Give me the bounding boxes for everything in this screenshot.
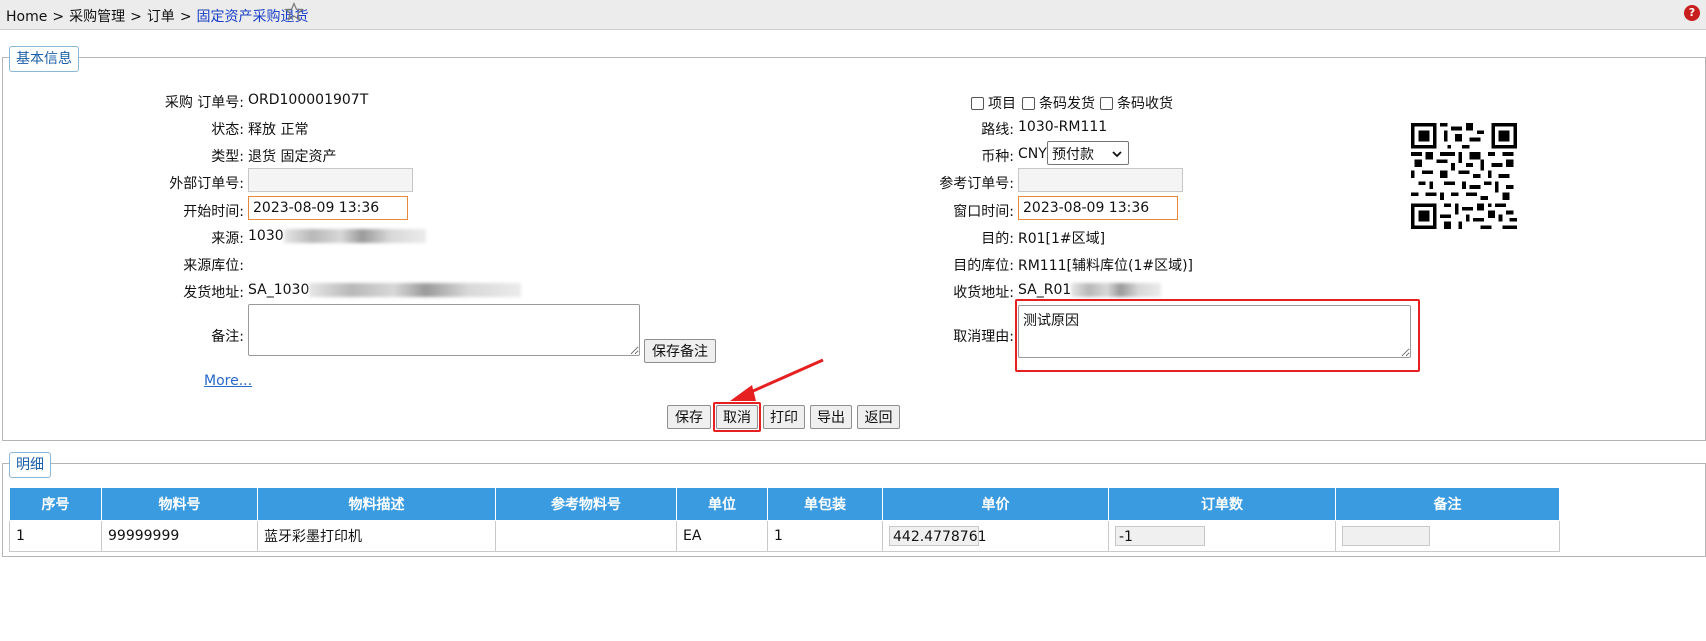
table-header-row: 序号 物料号 物料描述 参考物料号 单位 单包装 单价 订单数 备注 xyxy=(9,487,1560,521)
status-label: 状态: xyxy=(211,122,244,138)
type-value: 退货 固定资产 xyxy=(248,149,337,165)
project-checkbox-label: 项目 xyxy=(988,96,1016,112)
cell-unit: EA xyxy=(676,520,768,552)
cell-material-no: 99999999 xyxy=(101,520,258,552)
price-input[interactable]: 442.4778761 xyxy=(889,526,987,546)
window-time-input[interactable] xyxy=(1018,196,1178,220)
ship-addr-label: 发货地址: xyxy=(183,285,244,301)
ref-order-input[interactable] xyxy=(1018,168,1183,192)
col-header[interactable]: 单价 xyxy=(882,487,1109,521)
source-label: 来源: xyxy=(211,231,244,247)
cancel-reason-textarea[interactable]: 测试原因 xyxy=(1018,305,1411,358)
table-row: 1 99999999 蓝牙彩墨打印机 EA 1 442.4778761 -1 xyxy=(9,520,1560,552)
ext-order-label: 外部订单号: xyxy=(169,176,244,192)
cell-pack: 1 xyxy=(767,520,883,552)
window-time-label: 窗口时间: xyxy=(953,204,1014,220)
recv-addr-label: 收货地址: xyxy=(953,285,1014,301)
save-button[interactable]: 保存 xyxy=(667,405,711,429)
source-loc-label: 来源库位: xyxy=(183,258,244,274)
col-header[interactable]: 订单数 xyxy=(1108,487,1336,521)
col-header[interactable]: 物料号 xyxy=(101,487,258,521)
line-remark-input[interactable] xyxy=(1342,526,1430,546)
breadcrumb: Home > 采购管理 > 订单 > 固定资产采购退货 xyxy=(6,6,309,26)
source-value-text: 1030 xyxy=(248,228,284,244)
barcode-ship-checkbox[interactable]: 条码发货 xyxy=(1022,93,1095,113)
recv-addr-value-text: SA_R01 xyxy=(1018,282,1072,298)
ref-order-label: 参考订单号: xyxy=(939,176,1014,192)
dest-value: R01[1#区域] xyxy=(1018,231,1106,247)
dest-loc-label: 目的库位: xyxy=(953,258,1014,274)
payment-type-select[interactable]: 预付款 xyxy=(1047,141,1129,165)
remark-textarea[interactable] xyxy=(248,304,640,356)
breadcrumb-orders[interactable]: 订单 xyxy=(147,9,175,25)
cell-remark xyxy=(1335,520,1560,552)
source-value: 1030 xyxy=(248,228,426,244)
breadcrumb-purchase-management[interactable]: 采购管理 xyxy=(69,9,125,25)
breadcrumb-separator: > xyxy=(179,9,192,25)
dest-label: 目的: xyxy=(981,231,1014,247)
project-checkbox[interactable]: 项目 xyxy=(971,93,1016,113)
col-header[interactable]: 备注 xyxy=(1335,487,1560,521)
top-bar: Home > 采购管理 > 订单 > 固定资产采购退货 ? xyxy=(0,0,1706,30)
checkbox-box[interactable] xyxy=(1022,96,1035,110)
help-icon[interactable]: ? xyxy=(1684,5,1700,21)
barcode-ship-checkbox-label: 条码发货 xyxy=(1039,96,1095,112)
cancel-reason-label: 取消理由: xyxy=(953,329,1014,345)
start-time-label: 开始时间: xyxy=(183,204,244,220)
chevron-down-icon xyxy=(1112,151,1122,158)
ship-addr-value: SA_1030 xyxy=(248,282,522,298)
recv-addr-value: SA_R01 xyxy=(1018,282,1162,298)
dest-loc-value: RM111[辅料库位(1#区域)] xyxy=(1018,258,1194,274)
remark-label: 备注: xyxy=(211,329,244,345)
ship-addr-value-text: SA_1030 xyxy=(248,282,310,298)
col-header[interactable]: 单位 xyxy=(676,487,768,521)
col-header[interactable]: 序号 xyxy=(9,487,102,521)
col-header[interactable]: 参考物料号 xyxy=(495,487,677,521)
breadcrumb-home[interactable]: Home xyxy=(6,9,47,25)
cell-qty: -1 xyxy=(1108,520,1336,552)
ext-order-input[interactable] xyxy=(248,168,413,192)
order-no-value: ORD100001907T xyxy=(248,92,369,108)
payment-type-selected: 预付款 xyxy=(1052,147,1094,163)
cell-ref-material xyxy=(495,520,677,552)
breadcrumb-separator: > xyxy=(52,9,65,25)
detail-legend: 明细 xyxy=(9,452,51,478)
more-link[interactable]: More... xyxy=(204,373,252,389)
redacted-blur xyxy=(309,283,522,297)
col-header[interactable]: 物料描述 xyxy=(257,487,496,521)
back-button[interactable]: 返回 xyxy=(857,405,900,429)
currency-value: CNY xyxy=(1018,146,1047,162)
start-time-input[interactable] xyxy=(248,196,408,220)
barcode-recv-checkbox-label: 条码收货 xyxy=(1117,96,1173,112)
barcode-recv-checkbox[interactable]: 条码收货 xyxy=(1100,93,1173,113)
cell-desc: 蓝牙彩墨打印机 xyxy=(257,520,496,552)
route-label: 路线: xyxy=(981,122,1014,138)
status-value: 释放 正常 xyxy=(248,122,309,138)
basic-info-legend: 基本信息 xyxy=(9,46,79,72)
col-header[interactable]: 单包装 xyxy=(767,487,883,521)
annotation-arrow-icon xyxy=(730,358,824,401)
type-label: 类型: xyxy=(211,149,244,165)
star-outline-icon[interactable] xyxy=(284,2,304,22)
basic-info-section xyxy=(2,57,1706,441)
breadcrumb-separator: > xyxy=(130,9,142,25)
redacted-blur xyxy=(283,229,426,243)
detail-table: 序号 物料号 物料描述 参考物料号 单位 单包装 单价 订单数 备注 1 999… xyxy=(9,487,1560,552)
checkbox-box[interactable] xyxy=(971,96,984,110)
qr-code-icon xyxy=(1411,123,1517,229)
route-value: 1030-RM111 xyxy=(1018,119,1108,135)
cell-price: 442.4778761 xyxy=(882,520,1109,552)
cell-seq: 1 xyxy=(9,520,102,552)
save-remark-button[interactable]: 保存备注 xyxy=(644,339,716,363)
qty-input[interactable]: -1 xyxy=(1115,526,1205,546)
checkbox-box[interactable] xyxy=(1100,96,1113,110)
currency-label: 币种: xyxy=(981,149,1014,165)
redacted-blur xyxy=(1071,283,1162,297)
order-no-label: 采购 订单号: xyxy=(164,95,244,111)
